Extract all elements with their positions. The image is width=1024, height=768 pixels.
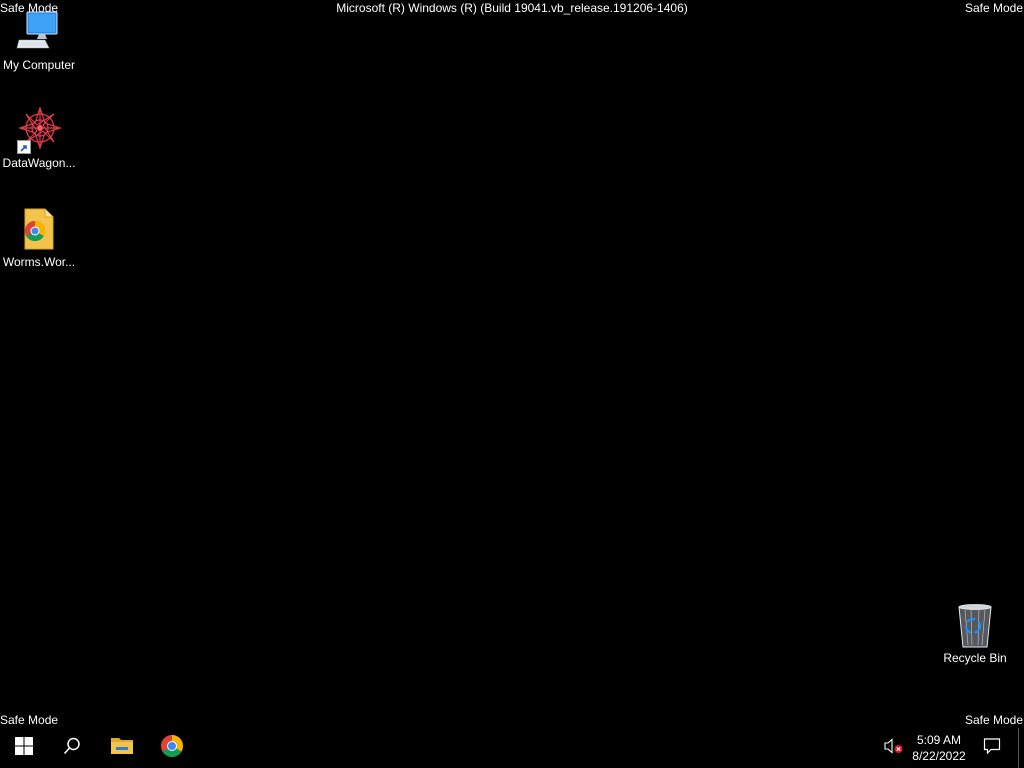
show-desktop-button[interactable]: [1018, 728, 1024, 768]
search-button[interactable]: [48, 728, 96, 768]
desktop-icon-datawagon[interactable]: DataWagon...: [0, 106, 78, 170]
action-center-button[interactable]: [975, 728, 1009, 768]
safe-mode-label-top-right: Safe Mode: [964, 1, 1023, 15]
chrome-taskbar-button[interactable]: [148, 728, 196, 768]
desktop-icon-recycle-bin[interactable]: Recycle Bin: [936, 601, 1014, 665]
taskbar-clock[interactable]: 5:09 AM 8/22/2022: [904, 728, 974, 768]
windows-build-label: Microsoft (R) Windows (R) (Build 19041.v…: [336, 1, 688, 15]
desktop-icon-label: My Computer: [2, 58, 76, 72]
safe-mode-label-bottom-right: Safe Mode: [964, 713, 1023, 727]
shortcut-arrow-icon: [17, 140, 31, 154]
file-explorer-taskbar-button[interactable]: [98, 728, 146, 768]
file-explorer-icon: [110, 736, 134, 761]
desktop-icon-worms[interactable]: Worms.Wor...: [0, 205, 78, 269]
chrome-icon: [160, 734, 184, 763]
recycle-bin-icon: [951, 601, 999, 649]
datawagon-icon: [15, 106, 63, 154]
volume-muted-icon: [884, 737, 904, 759]
desktop-icon-label: DataWagon...: [2, 156, 76, 170]
clock-date: 8/22/2022: [912, 749, 966, 763]
desktop-icon-label: Worms.Wor...: [2, 255, 76, 269]
desktop-icon-my-computer[interactable]: My Computer: [0, 8, 78, 72]
taskbar: 5:09 AM 8/22/2022: [0, 728, 1024, 768]
clock-time: 5:09 AM: [916, 733, 962, 747]
action-center-icon: [983, 737, 1001, 760]
desktop-icon-label: Recycle Bin: [943, 651, 1007, 665]
start-button[interactable]: [0, 728, 48, 768]
chrome-document-icon: [15, 205, 63, 253]
search-icon: [63, 737, 81, 760]
start-icon: [15, 736, 33, 760]
safe-mode-label-bottom-left: Safe Mode: [0, 713, 59, 727]
computer-icon: [15, 8, 63, 56]
